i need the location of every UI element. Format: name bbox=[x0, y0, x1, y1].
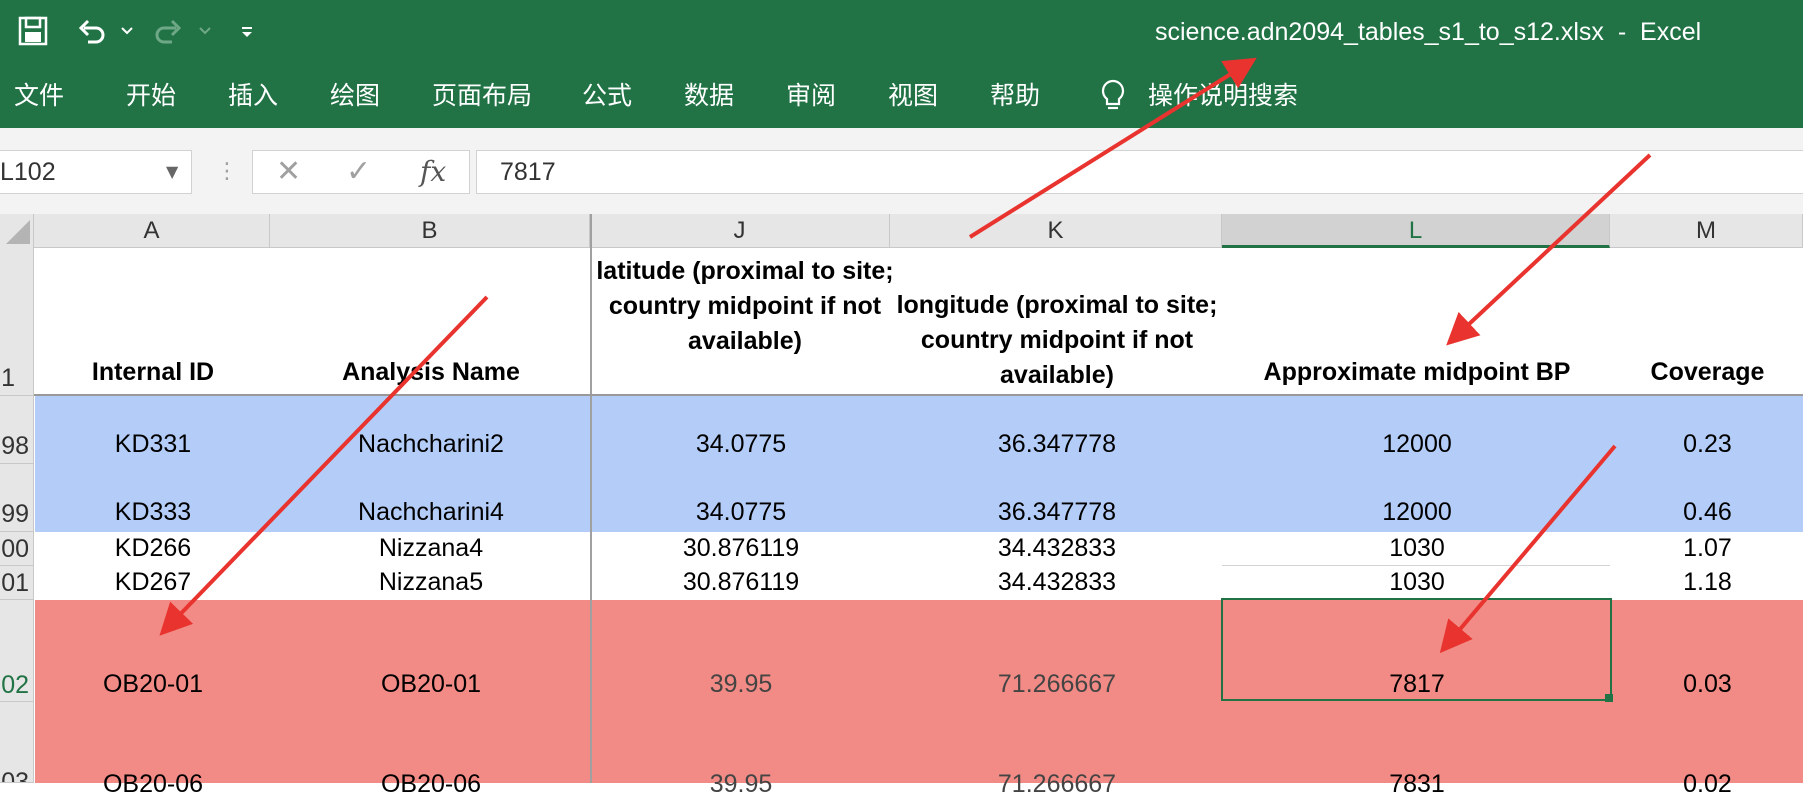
cell-midpoint-bp[interactable]: 12000 bbox=[1223, 498, 1611, 527]
cell-internal-id[interactable]: OB20-06 bbox=[35, 770, 271, 799]
cell-coverage[interactable]: 1.18 bbox=[1611, 568, 1803, 597]
cell-midpoint-bp[interactable]: 1030 bbox=[1223, 568, 1611, 597]
tab-page-layout[interactable]: 页面布局 bbox=[432, 64, 532, 128]
row-header-02[interactable]: 02 bbox=[0, 600, 34, 702]
header-longitude[interactable]: longitude (proximal to site; country mid… bbox=[891, 288, 1223, 393]
cancel-icon[interactable]: ✕ bbox=[276, 150, 301, 194]
cell-latitude[interactable]: 34.0775 bbox=[591, 430, 891, 459]
cell-internal-id[interactable]: KD266 bbox=[35, 534, 271, 563]
cell-latitude[interactable]: 39.95 bbox=[591, 770, 891, 799]
column-header-k[interactable]: K bbox=[890, 214, 1222, 248]
frozen-pane-divider bbox=[590, 214, 592, 783]
cell-longitude[interactable]: 34.432833 bbox=[891, 534, 1223, 563]
column-header-l[interactable]: L bbox=[1222, 214, 1610, 248]
cell-coverage[interactable]: 0.46 bbox=[1611, 498, 1803, 527]
table-row: KD331 Nachcharini2 34.0775 36.347778 120… bbox=[35, 396, 1803, 464]
table-row: KD267 Nizzana5 30.876119 34.432833 1030 … bbox=[35, 566, 1803, 600]
active-cell-selection[interactable] bbox=[1221, 598, 1612, 701]
tell-me-search[interactable]: 操作说明搜索 bbox=[1148, 64, 1298, 128]
tab-view[interactable]: 视图 bbox=[888, 64, 938, 128]
table-row: KD333 Nachcharini4 34.0775 36.347778 120… bbox=[35, 464, 1803, 532]
tab-file[interactable]: 文件 bbox=[14, 64, 64, 128]
cell-internal-id[interactable]: KD333 bbox=[35, 498, 271, 527]
cell-longitude[interactable]: 71.266667 bbox=[891, 670, 1223, 699]
cell-latitude[interactable]: 30.876119 bbox=[591, 534, 891, 563]
tab-formulas[interactable]: 公式 bbox=[582, 64, 632, 128]
name-box-value: L102 bbox=[0, 158, 56, 186]
cell-latitude[interactable]: 34.0775 bbox=[591, 498, 891, 527]
header-divider bbox=[34, 394, 1803, 396]
cell-coverage[interactable]: 1.07 bbox=[1611, 534, 1803, 563]
row-header-03[interactable]: 03 bbox=[0, 702, 34, 783]
row-header-01[interactable]: 01 bbox=[0, 566, 34, 600]
tab-insert[interactable]: 插入 bbox=[228, 64, 278, 128]
column-header-b[interactable]: B bbox=[270, 214, 590, 248]
tab-data[interactable]: 数据 bbox=[684, 64, 734, 128]
cell-longitude[interactable]: 36.347778 bbox=[891, 498, 1223, 527]
header-internal-id[interactable]: Internal ID bbox=[35, 358, 271, 387]
table-header-row: Internal ID Analysis Name latitude (prox… bbox=[35, 248, 1803, 396]
column-header-a[interactable]: A bbox=[34, 214, 270, 248]
chevron-down-icon[interactable] bbox=[120, 20, 134, 40]
lightbulb-icon[interactable] bbox=[1098, 78, 1128, 114]
undo-icon[interactable] bbox=[76, 16, 106, 46]
chevron-down-icon bbox=[198, 20, 212, 40]
select-all-corner[interactable] bbox=[0, 214, 34, 248]
row-header-00[interactable]: 00 bbox=[0, 532, 34, 566]
tab-home[interactable]: 开始 bbox=[126, 64, 176, 128]
more-options-icon: ⋮ bbox=[216, 159, 238, 184]
cell-midpoint-bp[interactable]: 12000 bbox=[1223, 430, 1611, 459]
chevron-down-icon[interactable]: ▼ bbox=[166, 150, 178, 194]
formula-input[interactable] bbox=[476, 150, 1803, 194]
customize-quick-access-icon[interactable] bbox=[240, 24, 254, 40]
cell-latitude[interactable]: 30.876119 bbox=[591, 568, 891, 597]
enter-icon[interactable]: ✓ bbox=[346, 150, 371, 194]
row-header-99[interactable]: 99 bbox=[0, 464, 34, 532]
cell-analysis-name[interactable]: Nachcharini4 bbox=[271, 498, 591, 527]
redo-icon[interactable] bbox=[154, 16, 184, 46]
row-header-98[interactable]: 98 bbox=[0, 396, 34, 464]
cell-internal-id[interactable]: KD267 bbox=[35, 568, 271, 597]
row-header-1[interactable]: 1 bbox=[0, 248, 34, 396]
fill-handle[interactable] bbox=[1605, 694, 1613, 702]
cell-longitude[interactable]: 71.266667 bbox=[891, 770, 1223, 799]
cell-analysis-name[interactable]: Nizzana5 bbox=[271, 568, 591, 597]
tab-review[interactable]: 审阅 bbox=[786, 64, 836, 128]
column-header-m[interactable]: M bbox=[1610, 214, 1803, 248]
header-latitude[interactable]: latitude (proximal to site; country midp… bbox=[595, 254, 895, 359]
table-row: KD266 Nizzana4 30.876119 34.432833 1030 … bbox=[35, 532, 1803, 566]
cell-analysis-name[interactable]: Nachcharini2 bbox=[271, 430, 591, 459]
cell-analysis-name[interactable]: OB20-06 bbox=[271, 770, 591, 799]
cell-analysis-name[interactable]: Nizzana4 bbox=[271, 534, 591, 563]
cell-coverage[interactable]: 0.03 bbox=[1611, 670, 1803, 699]
tab-draw[interactable]: 绘图 bbox=[330, 64, 380, 128]
cell-latitude[interactable]: 39.95 bbox=[591, 670, 891, 699]
cell-midpoint-bp[interactable]: 1030 bbox=[1223, 534, 1611, 563]
cell-longitude[interactable]: 34.432833 bbox=[891, 568, 1223, 597]
table-row: OB20-06 OB20-06 39.95 71.266667 7831 0.0… bbox=[35, 702, 1803, 798]
cell-analysis-name[interactable]: OB20-01 bbox=[271, 670, 591, 699]
tab-help[interactable]: 帮助 bbox=[990, 64, 1040, 128]
column-header-j[interactable]: J bbox=[590, 214, 890, 248]
cell-longitude[interactable]: 36.347778 bbox=[891, 430, 1223, 459]
window-title: science.adn2094_tables_s1_to_s12.xlsx - … bbox=[1155, 18, 1702, 46]
formula-value: 7817 bbox=[500, 158, 556, 186]
cell-internal-id[interactable]: OB20-01 bbox=[35, 670, 271, 699]
header-analysis-name[interactable]: Analysis Name bbox=[271, 358, 591, 387]
cell-internal-id[interactable]: KD331 bbox=[35, 430, 271, 459]
header-midpoint-bp[interactable]: Approximate midpoint BP bbox=[1223, 358, 1611, 387]
header-coverage[interactable]: Coverage bbox=[1611, 358, 1803, 387]
cell-coverage[interactable]: 0.23 bbox=[1611, 430, 1803, 459]
cell-midpoint-bp[interactable]: 7831 bbox=[1223, 770, 1611, 799]
cell-coverage[interactable]: 0.02 bbox=[1611, 770, 1803, 799]
insert-function-icon[interactable]: fx bbox=[420, 150, 446, 194]
save-icon[interactable] bbox=[18, 16, 48, 46]
